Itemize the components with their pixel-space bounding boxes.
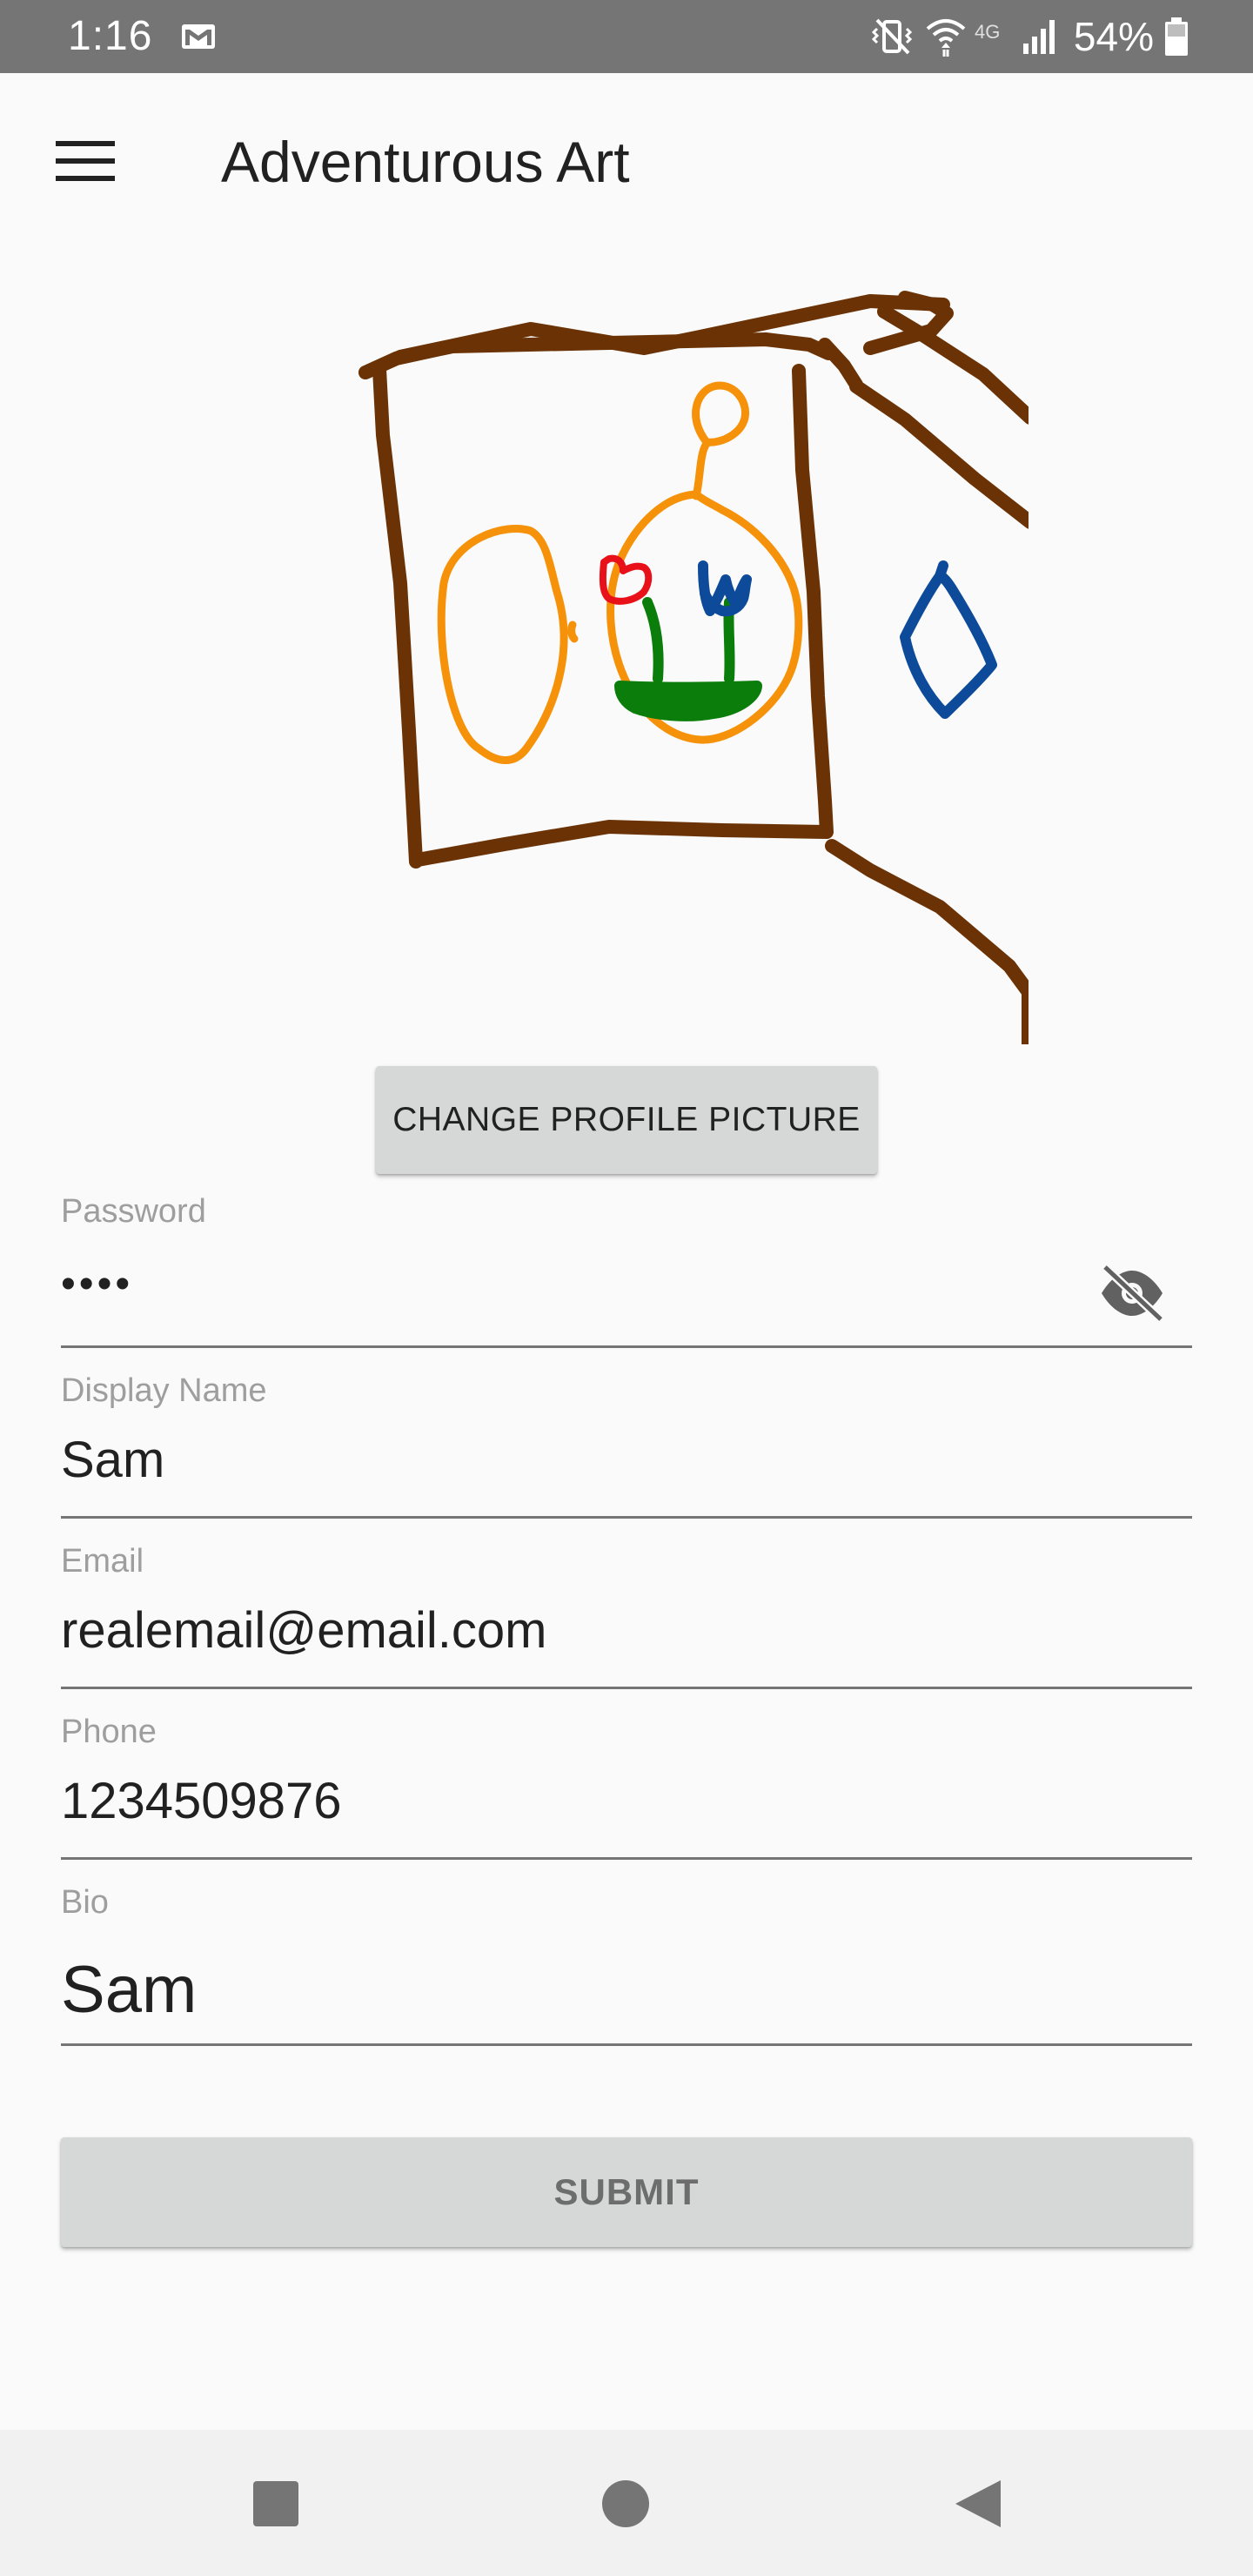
password-label: Password: [61, 1193, 206, 1230]
bio-input[interactable]: Sam: [61, 1953, 197, 2028]
bio-underline: [61, 2043, 1192, 2046]
submit-button[interactable]: SUBMIT: [61, 2137, 1192, 2247]
display-name-label: Display Name: [61, 1372, 267, 1409]
drawing-red: [599, 554, 653, 605]
profile-picture: [358, 291, 1029, 1044]
display-name-input[interactable]: Sam: [61, 1431, 164, 1490]
menu-icon[interactable]: [56, 141, 115, 181]
visibility-off-icon[interactable]: [1098, 1264, 1166, 1323]
signal-icon: [1022, 20, 1055, 54]
page-title: Adventurous Art: [221, 130, 630, 194]
phone-input[interactable]: 1234509876: [61, 1772, 342, 1831]
email-field: Email realemail@email.com: [61, 1542, 1192, 1690]
svg-text:4G: 4G: [975, 21, 1000, 43]
status-icons: 4G 54%: [871, 12, 1189, 61]
display-name-underline: [61, 1516, 1192, 1519]
battery-icon: [1165, 17, 1188, 56]
drawing-green: [614, 597, 762, 721]
email-input[interactable]: realemail@email.com: [61, 1601, 546, 1660]
status-time: 1:16: [68, 13, 153, 59]
phone-field: Phone 1234509876: [61, 1713, 1192, 1861]
email-label: Email: [61, 1543, 144, 1580]
network-type-icon: 4G: [975, 21, 1000, 43]
recents-icon[interactable]: [245, 2473, 306, 2534]
navigation-bar: [0, 2430, 1253, 2576]
bio-field: Bio Sam: [61, 1883, 1192, 2049]
password-field: Password ••••: [61, 1192, 1192, 1349]
password-input[interactable]: ••••: [61, 1258, 133, 1311]
mail-icon: [182, 24, 215, 49]
bio-label: Bio: [61, 1884, 109, 1921]
change-profile-picture-button[interactable]: CHANGE PROFILE PICTURE: [376, 1066, 877, 1174]
email-underline: [61, 1687, 1192, 1689]
password-underline: [61, 1345, 1192, 1348]
phone-label: Phone: [61, 1714, 157, 1750]
display-name-field: Display Name Sam: [61, 1372, 1192, 1519]
status-bar: 1:16 4G 54%: [0, 0, 1253, 73]
home-icon[interactable]: [595, 2473, 656, 2534]
back-icon[interactable]: [948, 2473, 1009, 2534]
app-bar: Adventurous Art: [0, 73, 1253, 247]
battery-percent: 54%: [1073, 14, 1154, 59]
vibrate-icon: [871, 18, 912, 55]
phone-underline: [61, 1857, 1192, 1860]
wifi-icon: [926, 19, 966, 57]
